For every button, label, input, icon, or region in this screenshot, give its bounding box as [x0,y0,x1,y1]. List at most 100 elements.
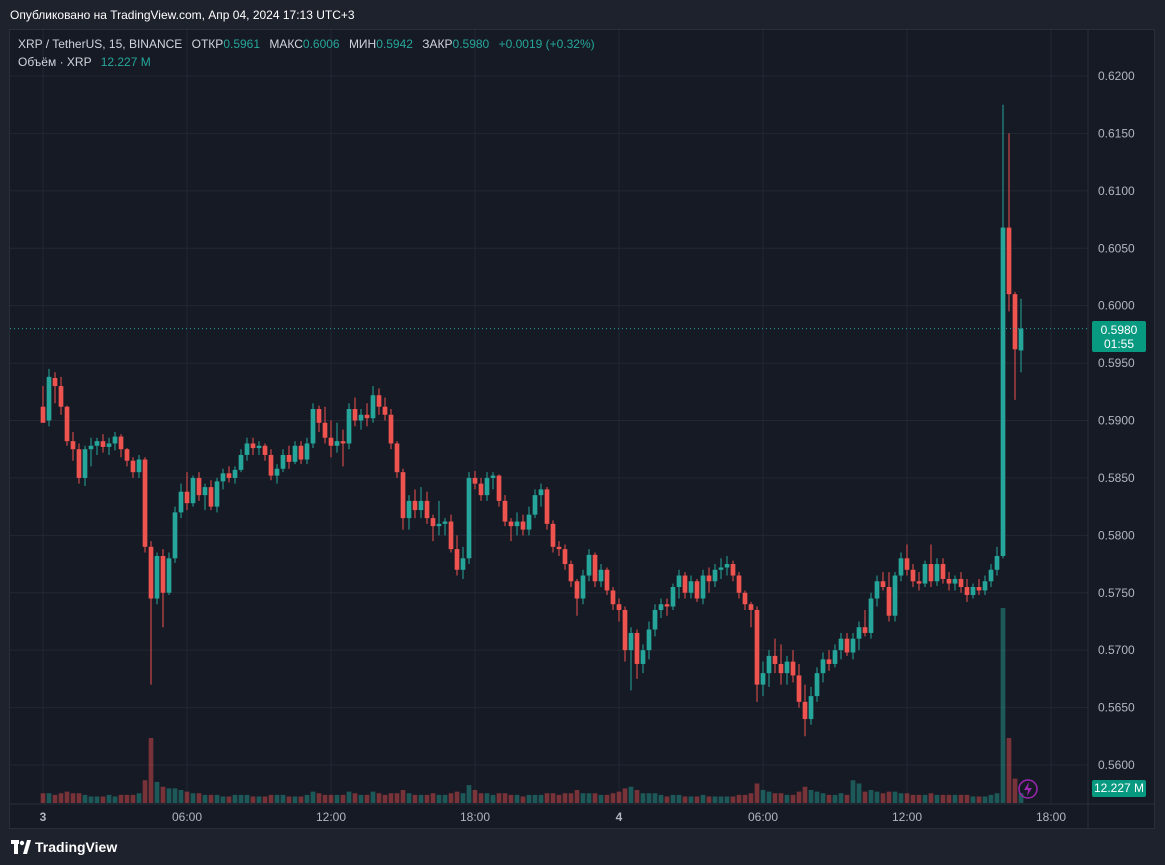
candle[interactable] [418,487,424,519]
candle[interactable] [814,667,820,702]
candle[interactable] [928,544,934,588]
candle[interactable] [508,518,514,542]
candle[interactable] [718,558,724,579]
candle[interactable] [664,598,670,616]
candle[interactable] [100,434,106,453]
candle[interactable] [268,449,274,481]
candle[interactable] [994,546,1000,576]
candle[interactable] [886,572,892,622]
candle[interactable] [400,468,406,530]
candle[interactable] [568,560,574,588]
candle[interactable] [754,606,760,702]
candle[interactable] [1006,133,1012,312]
candle[interactable] [616,598,622,622]
candle[interactable] [682,572,688,599]
candle[interactable] [658,598,664,619]
candle[interactable] [238,449,244,473]
candle[interactable] [436,500,442,536]
candle[interactable] [76,443,82,484]
candle[interactable] [208,480,214,511]
candle[interactable] [982,575,988,596]
candle[interactable] [580,569,586,605]
candle[interactable] [724,556,730,576]
candle[interactable] [934,558,940,586]
candle[interactable] [634,629,640,679]
candle[interactable] [472,471,478,490]
candle[interactable] [574,578,580,616]
candle[interactable] [742,590,748,610]
candle[interactable] [328,420,334,458]
candle[interactable] [64,405,70,446]
candle[interactable] [94,437,100,455]
candle[interactable] [694,578,700,602]
candle[interactable] [136,454,142,478]
candle[interactable] [274,464,280,484]
candle[interactable] [832,644,838,668]
candle[interactable] [868,592,874,639]
candle[interactable] [850,632,856,660]
candle[interactable] [730,560,736,582]
candle[interactable] [502,495,508,527]
candle[interactable] [160,549,166,628]
candle[interactable] [520,514,526,536]
candle[interactable] [352,397,358,427]
candle[interactable] [358,409,364,430]
candle[interactable] [700,569,706,605]
candle[interactable] [958,572,964,593]
candle[interactable] [826,650,832,671]
candle[interactable] [118,434,124,458]
candle[interactable] [130,457,136,478]
candle[interactable] [802,684,808,737]
candle[interactable] [388,409,394,450]
candle[interactable] [622,606,628,662]
candle[interactable] [916,572,922,591]
candle[interactable] [952,575,958,591]
candle[interactable] [406,495,412,530]
candle[interactable] [646,621,652,660]
candle[interactable] [202,483,208,511]
candle[interactable] [988,564,994,588]
candle[interactable] [106,437,112,455]
candle[interactable] [226,466,232,483]
candle[interactable] [376,388,382,415]
candlestick-chart[interactable]: 0.5600 0.5650 0.5700 0.5750 0.5800 0.5850 0.59… [0,0,1165,865]
candle[interactable] [676,569,682,599]
candle[interactable] [460,546,466,579]
candle[interactable] [598,564,604,588]
candle[interactable] [424,491,430,524]
candle[interactable] [706,567,712,593]
candle[interactable] [394,441,400,478]
candle[interactable] [736,572,742,599]
candle[interactable] [454,535,460,576]
candle[interactable] [772,638,778,674]
candle[interactable] [40,386,46,423]
candle[interactable] [442,518,448,536]
candle[interactable] [946,572,952,591]
candle[interactable] [838,632,844,660]
candle[interactable] [196,472,202,501]
candle[interactable] [898,552,904,582]
candle[interactable] [748,601,754,628]
candle[interactable] [154,552,160,605]
candle[interactable] [544,487,550,530]
candle[interactable] [892,572,898,622]
candle[interactable] [808,686,814,725]
candle[interactable] [766,650,772,687]
candle[interactable] [280,449,286,473]
candle[interactable] [244,437,250,461]
candle[interactable] [820,652,826,683]
candle[interactable] [70,431,76,461]
candle[interactable] [298,441,304,465]
candle[interactable] [364,403,370,427]
candle[interactable] [604,567,610,596]
candle[interactable] [562,544,568,570]
candle[interactable] [310,403,316,449]
candle[interactable] [286,445,292,469]
candle[interactable] [142,457,148,553]
candle[interactable] [844,632,850,656]
candle[interactable] [52,372,58,404]
candle[interactable] [1012,291,1018,400]
candle[interactable] [256,441,262,455]
candle[interactable] [688,575,694,599]
candle[interactable] [880,572,886,591]
